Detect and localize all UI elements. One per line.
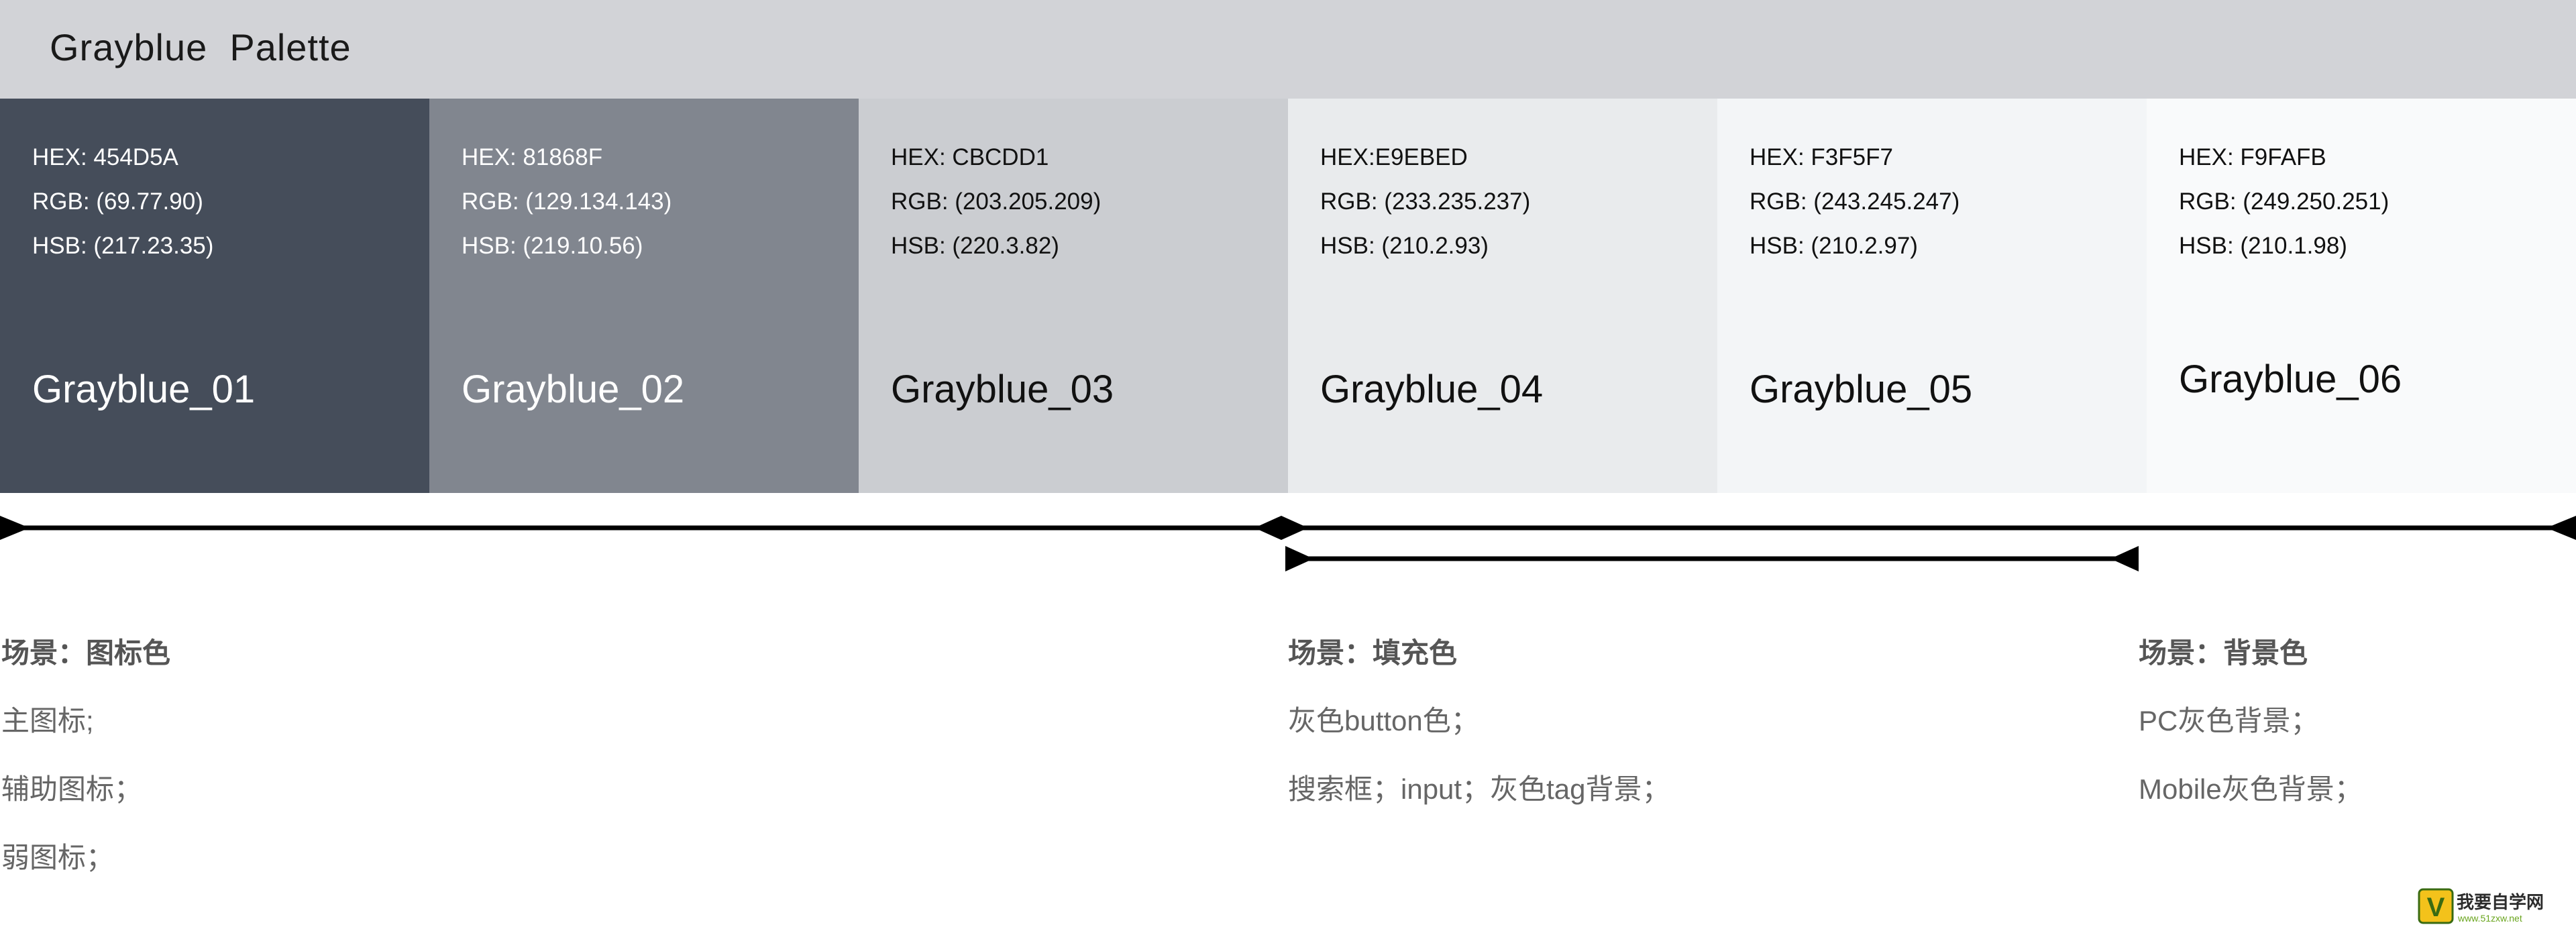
swatch-name: Grayblue_06 — [2179, 357, 2402, 401]
swatch-name: Grayblue_04 — [1320, 368, 1544, 411]
rgb-value: RGB: (69.77.90) — [32, 188, 203, 215]
scenario-title: 场景：填充色 — [1288, 637, 1458, 669]
hex-value: HEX: F9FAFB — [2179, 144, 2326, 170]
scenario-item: PC灰色背景； — [2139, 705, 2319, 736]
range-bottom-start-arrow — [1285, 546, 1313, 571]
palette-page: Grayblue Palette HEX: 454D5A RGB: (69.77… — [0, 0, 2576, 939]
hsb-value: HSB: (210.1.98) — [2179, 233, 2347, 259]
scenario-background-colors: 场景：背景色 PC灰色背景； Mobile灰色背景； — [2139, 630, 2363, 839]
hex-value: HEX: 81868F — [462, 144, 603, 170]
swatch-info: HEX: CBCDD1 RGB: (203.205.209) HSB: (220… — [891, 135, 1101, 268]
scenario-item: 辅助图标； — [1, 773, 143, 805]
scenario-fill-colors: 场景：填充色 灰色button色； 搜索框；input；灰色tag背景； — [1288, 630, 1670, 839]
hsb-value: HSB: (219.10.56) — [462, 233, 643, 259]
swatch-grayblue-05: HEX: F3F5F7 RGB: (243.245.247) HSB: (210… — [1717, 99, 2147, 493]
hex-value: HEX: 454D5A — [32, 144, 178, 170]
swatch-info: HEX: F9FAFB RGB: (249.250.251) HSB: (210… — [2179, 135, 2389, 268]
swatch-row: HEX: 454D5A RGB: (69.77.90) HSB: (217.23… — [0, 99, 2576, 493]
range-end-arrow — [2546, 516, 2576, 540]
swatch-grayblue-06: HEX: F9FAFB RGB: (249.250.251) HSB: (210… — [2147, 99, 2576, 493]
range-start-arrow — [0, 516, 30, 540]
swatch-info: HEX: 454D5A RGB: (69.77.90) HSB: (217.23… — [32, 135, 213, 268]
range-mid-diamond — [1254, 516, 1308, 540]
scenario-title: 场景：图标色 — [1, 637, 171, 669]
range-bottom-end-arrow — [2110, 546, 2139, 571]
rgb-value: RGB: (233.235.237) — [1320, 188, 1531, 215]
hex-value: HEX: F3F5F7 — [1750, 144, 1893, 170]
hsb-value: HSB: (217.23.35) — [32, 233, 214, 259]
swatch-grayblue-03: HEX: CBCDD1 RGB: (203.205.209) HSB: (220… — [859, 99, 1288, 493]
watermark-url: www.51zxw.net — [2457, 913, 2522, 924]
rgb-value: RGB: (203.205.209) — [891, 188, 1102, 215]
rgb-value: RGB: (243.245.247) — [1750, 188, 1960, 215]
swatch-name: Grayblue_02 — [462, 368, 685, 411]
swatch-grayblue-02: HEX: 81868F RGB: (129.134.143) HSB: (219… — [429, 99, 859, 493]
header-bar: Grayblue Palette — [0, 0, 2576, 99]
hsb-value: HSB: (220.3.82) — [891, 233, 1059, 259]
swatch-name: Grayblue_01 — [32, 368, 256, 411]
swatch-grayblue-04: HEX:E9EBED RGB: (233.235.237) HSB: (210.… — [1288, 99, 1717, 493]
swatch-info: HEX: 81868F RGB: (129.134.143) HSB: (219… — [462, 135, 672, 268]
scenario-item: Mobile灰色背景； — [2139, 773, 2363, 805]
rgb-value: RGB: (249.250.251) — [2179, 188, 2390, 215]
watermark-logo: V 我要自学网 www.51zxw.net — [2418, 888, 2544, 924]
scenario-item: 灰色button色； — [1288, 705, 1479, 736]
swatch-name: Grayblue_03 — [891, 368, 1114, 411]
scenario-icon-colors: 场景：图标色 主图标; 辅助图标； 弱图标； — [1, 630, 170, 907]
hex-value: HEX:E9EBED — [1320, 144, 1468, 170]
rgb-value: RGB: (129.134.143) — [462, 188, 672, 215]
swatch-name: Grayblue_05 — [1750, 368, 1973, 411]
swatch-info: HEX:E9EBED RGB: (233.235.237) HSB: (210.… — [1320, 135, 1530, 268]
scenario-title: 场景：背景色 — [2139, 637, 2308, 669]
swatch-info: HEX: F3F5F7 RGB: (243.245.247) HSB: (210… — [1750, 135, 1960, 268]
hsb-value: HSB: (210.2.93) — [1320, 233, 1489, 259]
range-indicator-lines — [0, 516, 2576, 571]
scenario-item: 弱图标； — [1, 842, 115, 873]
watermark-text: 我要自学网 — [2457, 892, 2544, 913]
swatch-grayblue-01: HEX: 454D5A RGB: (69.77.90) HSB: (217.23… — [0, 99, 429, 493]
scenario-item: 主图标; — [1, 705, 94, 736]
scenario-item: 搜索框；input；灰色tag背景； — [1288, 773, 1670, 805]
page-title: Grayblue Palette — [50, 26, 352, 68]
hex-value: HEX: CBCDD1 — [891, 144, 1049, 170]
svg-text:V: V — [2427, 893, 2445, 922]
hsb-value: HSB: (210.2.97) — [1750, 233, 1918, 259]
